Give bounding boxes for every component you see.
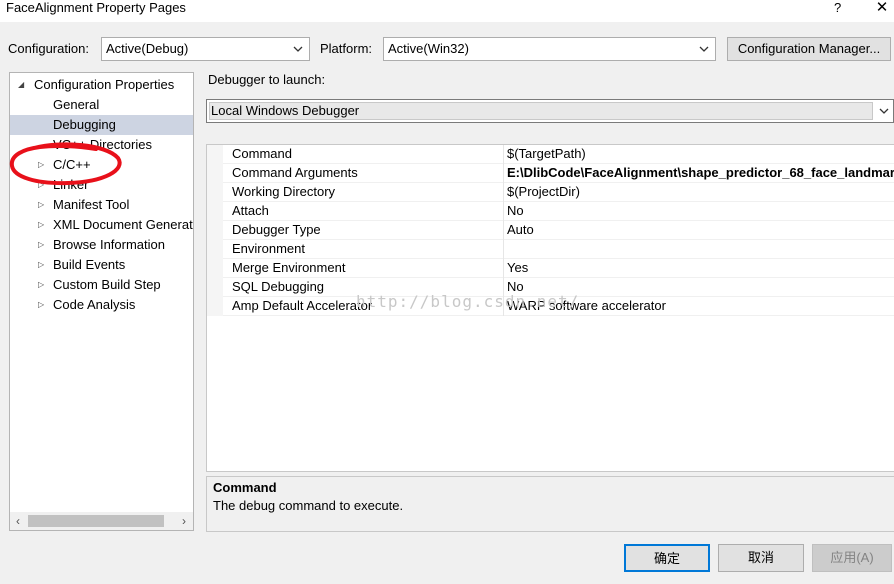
expand-triangle-icon[interactable]: ▷: [38, 255, 48, 275]
tree-item-general[interactable]: General: [10, 95, 193, 115]
property-name: Amp Default Accelerator: [232, 298, 373, 313]
expand-triangle-icon[interactable]: ▷: [38, 275, 48, 295]
configuration-manager-button[interactable]: Configuration Manager...: [727, 37, 891, 61]
property-row-working-directory[interactable]: Working Directory $(ProjectDir): [207, 183, 894, 202]
debugger-dropdown[interactable]: Local Windows Debugger: [206, 99, 894, 123]
configuration-value: Active(Debug): [106, 41, 189, 56]
tree-item-code-analysis[interactable]: ▷ Code Analysis: [10, 295, 193, 315]
chevron-down-icon: [293, 46, 303, 52]
apply-button[interactable]: 应用(A): [812, 544, 892, 572]
configuration-dropdown[interactable]: Active(Debug): [101, 37, 310, 61]
chevron-down-icon: [699, 46, 709, 52]
property-name: Working Directory: [232, 184, 336, 199]
tree-item-label: Debugging: [53, 117, 116, 132]
property-name: Attach: [232, 203, 269, 218]
tree-item-label: General: [53, 97, 100, 112]
annotation-circle: [9, 142, 122, 186]
description-text: The debug command to execute.: [213, 498, 404, 513]
description-title: Command: [213, 480, 277, 495]
property-row-debugger-type[interactable]: Debugger Type Auto: [207, 221, 894, 240]
property-name: Merge Environment: [232, 260, 346, 275]
tree-item-build-events[interactable]: ▷ Build Events: [10, 255, 193, 275]
close-button[interactable]: ✕: [874, 0, 890, 16]
help-button[interactable]: ?: [834, 0, 844, 16]
scroll-right-icon[interactable]: ›: [176, 512, 192, 530]
platform-dropdown[interactable]: Active(Win32): [383, 37, 716, 61]
property-value[interactable]: Auto: [507, 221, 534, 239]
property-row-command-arguments[interactable]: Command Arguments E:\DlibCode\FaceAlignm…: [207, 164, 894, 183]
expand-triangle-icon[interactable]: ▷: [38, 295, 48, 315]
expand-triangle-icon[interactable]: ▷: [38, 195, 48, 215]
tree-item-custom-build-step[interactable]: ▷ Custom Build Step: [10, 275, 193, 295]
tree-item-label: Configuration Properties: [34, 77, 175, 92]
tree-item-label: Custom Build Step: [53, 277, 161, 292]
property-row-attach[interactable]: Attach No: [207, 202, 894, 221]
chevron-down-icon: [879, 108, 889, 114]
platform-value: Active(Win32): [388, 41, 469, 56]
scroll-left-icon[interactable]: ‹: [10, 512, 26, 530]
property-value[interactable]: No: [507, 202, 524, 220]
property-name: SQL Debugging: [232, 279, 325, 294]
tree-item-configuration-properties[interactable]: ◢ Configuration Properties: [10, 75, 193, 95]
debugger-value: Local Windows Debugger: [211, 103, 360, 118]
tree-item-browse-information[interactable]: ▷ Browse Information: [10, 235, 193, 255]
title-bar: FaceAlignment Property Pages ? ✕: [0, 0, 894, 22]
property-value[interactable]: $(TargetPath): [507, 145, 586, 163]
ok-button[interactable]: 确定: [624, 544, 710, 572]
scrollbar-thumb[interactable]: [28, 515, 164, 527]
tree-horizontal-scrollbar[interactable]: ‹ ›: [10, 512, 193, 530]
description-panel: Command The debug command to execute.: [206, 476, 894, 532]
debugger-to-launch-label: Debugger to launch:: [208, 72, 326, 87]
window-title: FaceAlignment Property Pages: [6, 0, 186, 15]
platform-label: Platform:: [320, 41, 373, 56]
property-name: Command Arguments: [232, 165, 358, 180]
watermark: http://blog.csdn.net/: [356, 292, 580, 311]
property-row-environment[interactable]: Environment: [207, 240, 894, 259]
property-value[interactable]: Yes: [507, 259, 528, 277]
configuration-label: Configuration:: [8, 41, 89, 56]
property-row-command[interactable]: Command $(TargetPath): [207, 145, 894, 164]
tree-item-debugging[interactable]: Debugging: [10, 115, 193, 135]
tree-item-label: Browse Information: [53, 237, 165, 252]
tree-item-label: XML Document Generat: [53, 217, 193, 232]
property-row-merge-environment[interactable]: Merge Environment Yes: [207, 259, 894, 278]
expand-triangle-icon[interactable]: ▷: [38, 215, 48, 235]
property-name: Environment: [232, 241, 305, 256]
property-value[interactable]: E:\DlibCode\FaceAlignment\shape_predicto…: [507, 164, 894, 182]
property-name: Debugger Type: [232, 222, 321, 237]
collapse-triangle-icon[interactable]: ◢: [18, 75, 28, 95]
tree-item-manifest-tool[interactable]: ▷ Manifest Tool: [10, 195, 193, 215]
tree-item-label: Code Analysis: [53, 297, 136, 312]
tree-item-xml-document-generator[interactable]: ▷ XML Document Generat: [10, 215, 193, 235]
expand-triangle-icon[interactable]: ▷: [38, 235, 48, 255]
tree-item-label: Build Events: [53, 257, 126, 272]
cancel-button[interactable]: 取消: [718, 544, 804, 572]
tree-item-label: Manifest Tool: [53, 197, 130, 212]
property-value[interactable]: $(ProjectDir): [507, 183, 580, 201]
property-name: Command: [232, 146, 292, 161]
